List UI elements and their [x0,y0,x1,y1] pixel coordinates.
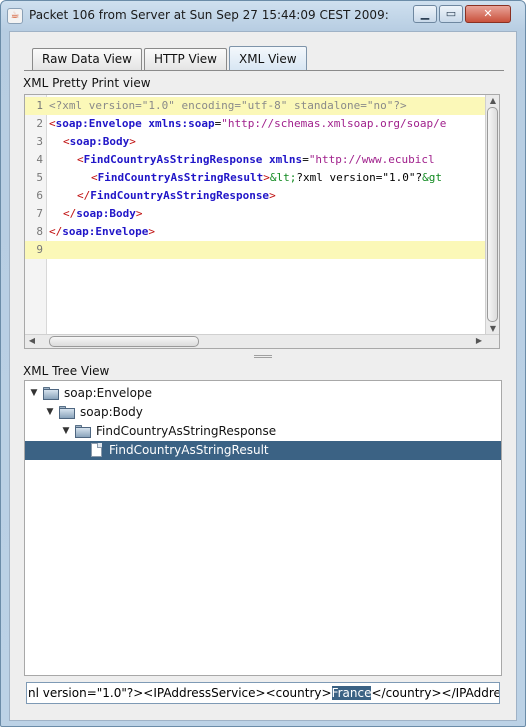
code-line: 5 <FindCountryAsStringResult>&lt;?xml ve… [25,169,487,187]
title-bar[interactable]: ☕ Packet 106 from Server at Sun Sep 27 1… [1,1,525,31]
tag-name: FindCountryAsStringResponse [90,189,270,202]
pretty-print-label: XML Pretty Print view [23,76,151,90]
bracket: </ [63,207,77,220]
xml-pretty-print-editor[interactable]: 1 <?xml version="1.0" encoding="utf-8" s… [24,94,500,349]
line-number: 6 [36,189,43,202]
file-icon [91,443,102,457]
line-number: 7 [36,207,43,220]
tab-raw-data-view[interactable]: Raw Data View [32,48,142,70]
equals: = [302,153,309,166]
line-number: 3 [36,135,43,148]
view-tabs: Raw Data View HTTP View XML View [32,46,309,70]
horizontal-scrollbar[interactable]: ◀ ▶ [25,334,499,348]
code-line: 9 [25,241,487,259]
scroll-up-arrow-icon[interactable]: ▲ [487,95,499,107]
bracket: < [63,135,70,148]
line-number: 5 [36,171,43,184]
window-title: Packet 106 from Server at Sun Sep 27 15:… [29,8,389,22]
tree-node-label: FindCountryAsStringResponse [96,424,277,438]
tag-name: FindCountryAsStringResponse [83,153,263,166]
attr-value: "http://schemas.xmlsoap.org/soap/e [221,117,447,130]
tag-name: soap:Body [76,207,136,220]
scroll-right-arrow-icon[interactable]: ▶ [473,335,485,347]
tab-divider [24,70,504,71]
entity: &gt [422,171,443,184]
bracket: < [91,171,98,184]
code-line: 2 <soap:Envelope xmlns:soap="http://sche… [25,115,487,133]
value-text-selected: France [331,686,372,700]
grip-icon [254,355,272,358]
vertical-scroll-thumb[interactable] [487,107,498,322]
tree-node-label: soap:Body [80,405,143,419]
expanded-triangle-icon[interactable]: ▼ [61,422,71,441]
expanded-triangle-icon[interactable]: ▼ [45,403,55,422]
split-pane-divider[interactable] [10,352,516,360]
attr-name: xmlns:soap [141,117,215,130]
expanded-triangle-icon[interactable]: ▼ [29,384,39,403]
scroll-left-arrow-icon[interactable]: ◀ [26,335,38,347]
tag-name: soap:Envelope [55,117,142,130]
code-line: 8 </soap:Envelope> [25,223,487,241]
tree-node-body[interactable]: ▼ soap:Body [45,403,345,422]
line-number: 2 [36,117,43,130]
tree-node-envelope[interactable]: ▼ soap:Envelope [29,384,329,403]
attr-value: "http://www.ecubicl [308,153,435,166]
code-line: 7 </soap:Body> [25,205,487,223]
attr-name: xmlns [262,153,303,166]
folder-icon [43,387,59,400]
xml-tree-view[interactable]: ▼ soap:Envelope ▼ soap:Body ▼ FindCountr… [24,380,502,676]
line-number: 9 [36,243,43,256]
bracket: > [129,135,136,148]
bracket: > [269,189,276,202]
tag-name: soap:Body [69,135,130,148]
tree-view-label: XML Tree View [23,364,110,378]
tree-node-result[interactable]: FindCountryAsStringResult [25,441,501,460]
bracket: </ [49,225,63,238]
bracket: < [49,117,56,130]
bracket: </ [77,189,91,202]
bracket: < [77,153,84,166]
maximize-button[interactable]: ▭ [439,5,463,23]
line-number: 1 [36,99,43,112]
code-line: 1 <?xml version="1.0" encoding="utf-8" s… [25,97,487,115]
tab-xml-view[interactable]: XML View [229,46,307,70]
xml-declaration: <?xml version="1.0" encoding="utf-8" sta… [49,99,407,112]
tree-node-response[interactable]: ▼ FindCountryAsStringResponse [61,422,361,441]
line-number: 4 [36,153,43,166]
tree-node-label: soap:Envelope [64,386,152,400]
packet-window: ☕ Packet 106 from Server at Sun Sep 27 1… [0,0,526,727]
bracket: > [263,171,270,184]
tag-name: soap:Envelope [62,225,149,238]
bracket: > [135,207,143,220]
value-text-before: nl version="1.0"?><IPAddressService><cou… [28,686,332,700]
minimize-button[interactable]: ▁ [413,5,437,23]
text-content: ?xml version="1.0"? [296,171,423,184]
entity: &lt; [269,171,297,184]
code-line: 3 <soap:Body> [25,133,487,151]
tag-name: FindCountryAsStringResult [97,171,264,184]
bracket: > [148,225,155,238]
tree-node-label: FindCountryAsStringResult [109,443,269,457]
client-area: Raw Data View HTTP View XML View XML Pre… [9,31,517,721]
tab-http-view[interactable]: HTTP View [144,48,227,70]
line-number: 8 [36,225,43,238]
code-line: 4 <FindCountryAsStringResponse xmlns="ht… [25,151,487,169]
vertical-scrollbar[interactable]: ▲ ▼ [485,95,499,335]
folder-icon [59,406,75,419]
code-line: 6 </FindCountryAsStringResponse> [25,187,487,205]
java-cup-icon: ☕ [7,8,23,24]
close-button[interactable]: ✕ [465,5,511,23]
node-value-field[interactable]: nl version="1.0"?><IPAddressService><cou… [26,682,500,704]
value-text-after: </country></IPAddressService> [371,686,500,700]
horizontal-scroll-thumb[interactable] [49,336,199,347]
folder-icon [75,425,91,438]
